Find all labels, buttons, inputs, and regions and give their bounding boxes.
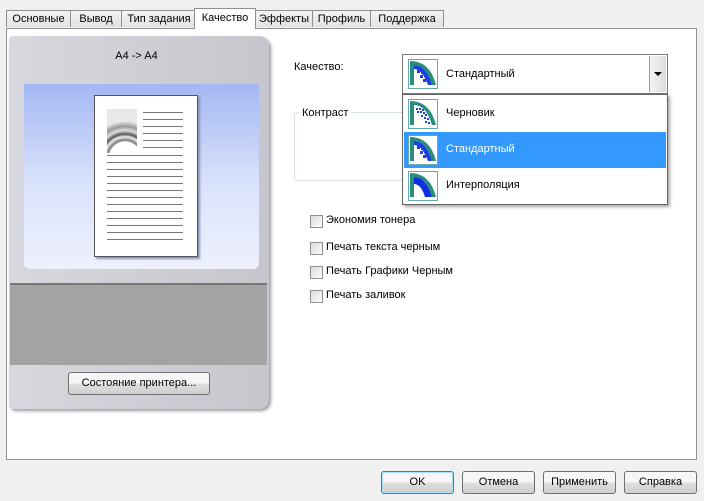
text-line [107, 169, 183, 170]
contrast-label: Контраст [299, 106, 352, 120]
tab-profile[interactable]: Профиль [312, 10, 371, 27]
print-fills-checkbox[interactable] [310, 290, 323, 303]
text-line [143, 126, 183, 127]
preview-tray-area [10, 283, 267, 365]
text-line [143, 140, 183, 141]
contrast-group [294, 112, 406, 181]
apply-button[interactable]: Применить [543, 471, 616, 494]
option-label: Стандартный [446, 143, 515, 155]
text-line [107, 197, 183, 198]
text-line [143, 112, 183, 113]
option-label: Черновик [446, 107, 495, 119]
quality-label: Качество: [294, 61, 344, 73]
text-line [107, 239, 183, 240]
printer-status-button[interactable]: Состояние принтера... [68, 372, 210, 395]
cancel-button[interactable]: Отмена [462, 471, 535, 494]
tab-effects[interactable]: Эффекты [255, 10, 313, 27]
option-interpolation[interactable]: Интерполяция [404, 168, 666, 204]
checkbox-label: Печать текста черным [326, 241, 441, 253]
text-line [143, 119, 183, 120]
text-line [107, 218, 183, 219]
option-standard[interactable]: Стандартный [404, 132, 666, 168]
ok-button[interactable]: OK [381, 471, 454, 494]
tab-support[interactable]: Поддержка [370, 10, 444, 27]
text-line [107, 211, 183, 212]
quality-select[interactable]: Стандартный [402, 54, 668, 94]
checkbox-label: Печать Графики Черным [326, 265, 453, 277]
quality-selected-value: Стандартный [446, 68, 515, 80]
option-label: Интерполяция [446, 179, 520, 191]
option-draft[interactable]: Черновик [404, 96, 666, 132]
paper-preview [94, 95, 198, 257]
text-line [107, 232, 183, 233]
checkbox-label: Печать заливок [326, 289, 406, 301]
draft-quality-icon [408, 99, 438, 129]
toner-saving-checkbox[interactable] [310, 215, 323, 228]
checkbox-label: Экономия тонера [326, 214, 416, 226]
standard-quality-icon [408, 135, 438, 165]
text-line [107, 183, 183, 184]
text-line [107, 176, 183, 177]
text-line [107, 155, 183, 156]
tab-quality[interactable]: Качество [194, 8, 256, 29]
print-graphics-black-checkbox[interactable] [310, 266, 323, 279]
quality-dropdown-list: Черновик Стандартный Интерполяция [402, 94, 668, 205]
text-line [143, 147, 183, 148]
standard-quality-icon [408, 59, 438, 89]
text-line [107, 225, 183, 226]
help-button[interactable]: Справка [624, 471, 697, 494]
print-text-black-checkbox[interactable] [310, 242, 323, 255]
text-line [107, 204, 183, 205]
tab-general[interactable]: Основные [6, 10, 71, 27]
preview-canvas [24, 84, 259, 269]
tab-output[interactable]: Вывод [70, 10, 122, 27]
chevron-down-icon [654, 72, 662, 76]
tab-job-type[interactable]: Тип задания [121, 10, 197, 27]
text-line [107, 162, 183, 163]
page-preview: A4 -> A4 Состояние принтера... [9, 36, 269, 409]
text-line [107, 190, 183, 191]
image-thumbnail [107, 109, 137, 153]
paper-size-label: A4 -> A4 [115, 50, 158, 62]
dropdown-arrow-button[interactable] [649, 56, 666, 92]
interpolation-quality-icon [408, 171, 438, 201]
text-line [143, 133, 183, 134]
